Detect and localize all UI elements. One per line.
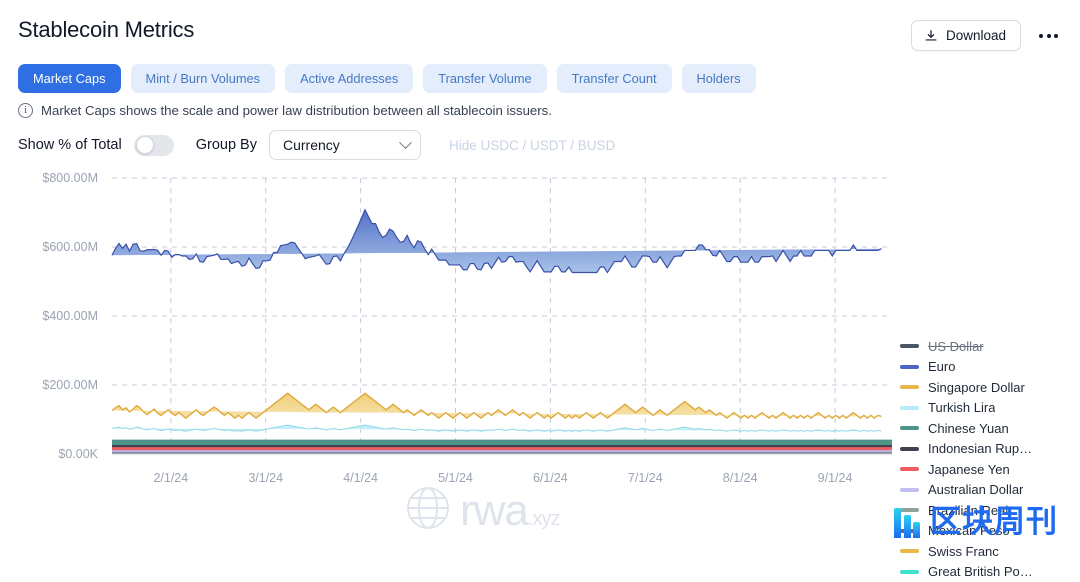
download-icon <box>924 29 938 43</box>
ellipsis-dot <box>1039 34 1043 38</box>
legend-label: US Dollar <box>928 339 984 354</box>
info-text: Market Caps shows the scale and power la… <box>41 103 552 118</box>
legend-item[interactable]: Great British Po… <box>900 562 1075 582</box>
legend-label: Great British Po… <box>928 564 1033 579</box>
legend-label: Chinese Yuan <box>928 421 1009 436</box>
legend-item[interactable]: Euro <box>900 357 1075 378</box>
legend-swatch-icon <box>900 344 919 348</box>
stacked-area-chart: $800.00M $600.00M $400.00M $200.00M $0.00K 2/… <box>0 166 900 506</box>
legend-swatch-icon <box>900 406 919 410</box>
legend-label: Indonesian Rup… <box>928 441 1032 456</box>
ellipsis-dot <box>1047 34 1051 38</box>
svg-text:4/1/24: 4/1/24 <box>343 471 378 485</box>
info-circle-icon: i <box>18 103 33 118</box>
brand-text: 区块周刊 <box>930 506 1058 537</box>
brand-logo: 区块周刊 <box>894 504 1058 538</box>
svg-text:3/1/24: 3/1/24 <box>248 471 283 485</box>
svg-text:$200.00M: $200.00M <box>42 378 98 392</box>
svg-text:2/1/24: 2/1/24 <box>153 471 188 485</box>
svg-text:5/1/24: 5/1/24 <box>438 471 473 485</box>
legend-swatch-icon <box>900 385 919 389</box>
legend-item[interactable]: Japanese Yen <box>900 459 1075 480</box>
tab-transfer-count[interactable]: Transfer Count <box>557 64 672 93</box>
percent-of-total-toggle[interactable] <box>134 135 174 156</box>
group-by-select[interactable]: Currency <box>269 130 421 160</box>
svg-text:9/1/24: 9/1/24 <box>818 471 853 485</box>
hide-stablecoins-button[interactable]: Hide USDC / USDT / BUSD <box>449 138 615 153</box>
group-by-label: Group By <box>196 137 257 153</box>
legend-item[interactable]: Chinese Yuan <box>900 418 1075 439</box>
legend-swatch-icon <box>900 426 919 430</box>
legend-item[interactable]: Indonesian Rup… <box>900 439 1075 460</box>
svg-text:8/1/24: 8/1/24 <box>723 471 758 485</box>
chart-controls: Show % of Total Group By Currency Hide U… <box>0 118 1080 160</box>
tab-holders[interactable]: Holders <box>682 64 756 93</box>
legend-label: Euro <box>928 359 955 374</box>
svg-text:$0.00K: $0.00K <box>58 447 98 461</box>
tab-mint-burn-volumes[interactable]: Mint / Burn Volumes <box>131 64 276 93</box>
ellipsis-dot <box>1054 34 1058 38</box>
legend-label: Australian Dollar <box>928 482 1023 497</box>
tab-market-caps[interactable]: Market Caps <box>18 64 121 93</box>
tab-active-addresses[interactable]: Active Addresses <box>285 64 413 93</box>
metric-tabs: Market Caps Mint / Burn Volumes Active Add… <box>0 51 1080 93</box>
toggle-knob <box>136 136 154 154</box>
download-button[interactable]: Download <box>911 20 1021 51</box>
chevron-down-icon <box>399 136 412 149</box>
bars-logo-icon <box>894 504 920 538</box>
legend-item[interactable]: Singapore Dollar <box>900 377 1075 398</box>
legend-label: Swiss Franc <box>928 544 999 559</box>
info-row: i Market Caps shows the scale and power … <box>0 93 1080 118</box>
legend-label: Japanese Yen <box>928 462 1010 477</box>
svg-text:7/1/24: 7/1/24 <box>628 471 663 485</box>
legend-swatch-icon <box>900 467 919 471</box>
legend-item[interactable]: US Dollar <box>900 336 1075 357</box>
legend-swatch-icon <box>900 365 919 369</box>
legend-item[interactable]: Swiss Franc <box>900 541 1075 562</box>
legend-label: Turkish Lira <box>928 400 995 415</box>
svg-text:6/1/24: 6/1/24 <box>533 471 568 485</box>
tab-transfer-volume[interactable]: Transfer Volume <box>423 64 546 93</box>
svg-text:$800.00M: $800.00M <box>42 171 98 185</box>
legend-item[interactable]: Turkish Lira <box>900 398 1075 419</box>
group-by-value: Currency <box>283 137 340 153</box>
svg-text:$600.00M: $600.00M <box>42 240 98 254</box>
download-label: Download <box>946 28 1006 43</box>
legend-swatch-icon <box>900 447 919 451</box>
legend-label: Singapore Dollar <box>928 380 1025 395</box>
header-actions: Download <box>911 18 1062 51</box>
legend-swatch-icon <box>900 570 919 574</box>
percent-of-total-label: Show % of Total <box>18 137 122 153</box>
header: Stablecoin Metrics Download <box>0 0 1080 51</box>
page-title: Stablecoin Metrics <box>18 18 194 42</box>
legend-swatch-icon <box>900 488 919 492</box>
legend-item[interactable]: Australian Dollar <box>900 480 1075 501</box>
svg-text:$400.00M: $400.00M <box>42 309 98 323</box>
more-options-button[interactable] <box>1035 28 1062 44</box>
chart-legend: US Dollar Euro Singapore Dollar Turkish Lir… <box>900 336 1075 582</box>
chart-region: $800.00M $600.00M $400.00M $200.00M $0.00K 2/… <box>0 166 1080 506</box>
